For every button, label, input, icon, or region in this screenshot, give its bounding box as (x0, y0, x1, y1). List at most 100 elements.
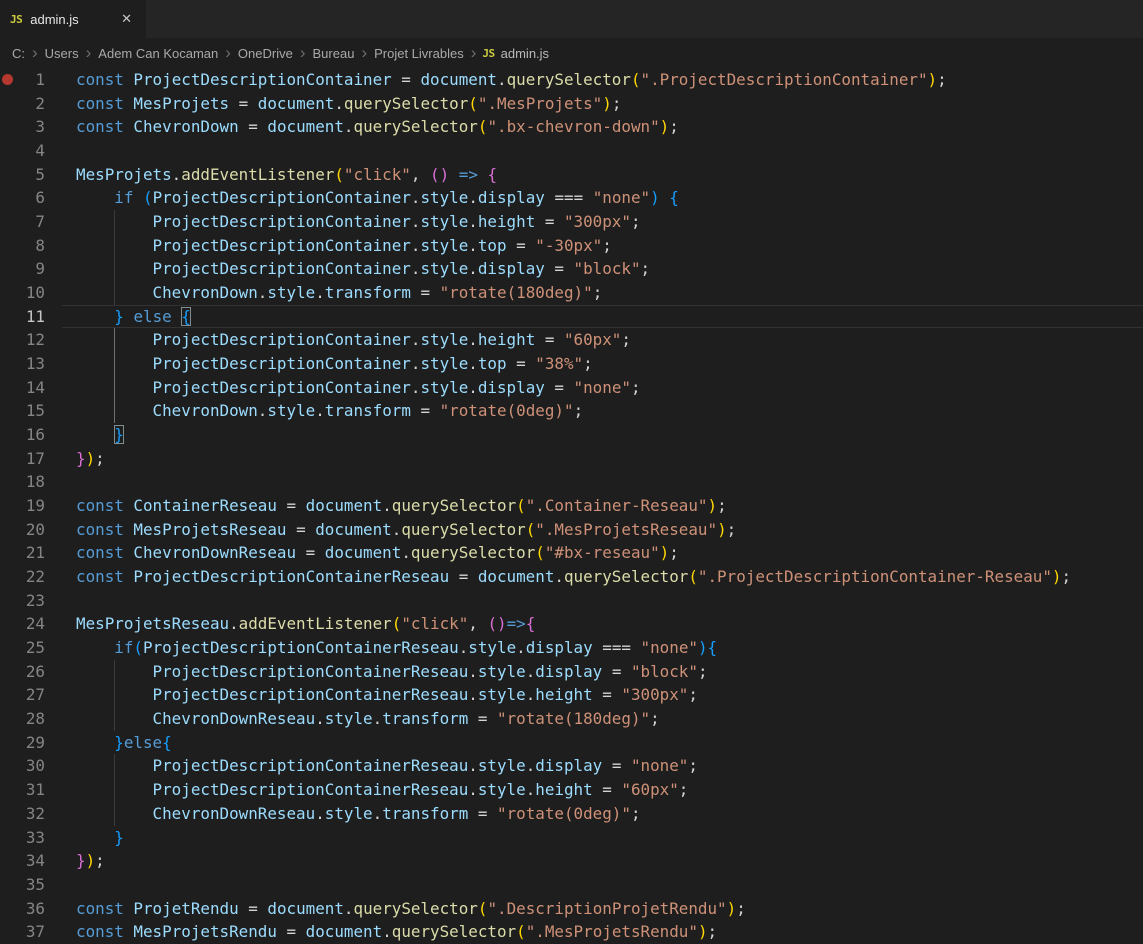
breadcrumb-item[interactable]: C: (11, 46, 26, 61)
code-line[interactable]: 24MesProjetsReseau.addEventListener("cli… (0, 612, 1143, 636)
code-text[interactable]: ChevronDownReseau.style.transform = "rot… (62, 707, 660, 731)
code-text[interactable]: } (62, 423, 124, 447)
code-line[interactable]: 14 ProjectDescriptionContainer.style.dis… (0, 376, 1143, 400)
code-text[interactable]: const ProjectDescriptionContainer = docu… (62, 68, 947, 92)
code-line[interactable]: 18 (0, 470, 1143, 494)
line-number[interactable]: 8 (0, 234, 62, 258)
line-number[interactable]: 24 (0, 612, 62, 636)
tab-admin-js[interactable]: JS admin.js ✕ (0, 0, 146, 38)
code-text[interactable]: ProjectDescriptionContainerReseau.style.… (62, 754, 698, 778)
code-line[interactable]: 8 ProjectDescriptionContainer.style.top … (0, 234, 1143, 258)
code-text[interactable]: const MesProjetsReseau = document.queryS… (62, 518, 736, 542)
code-line[interactable]: 13 ProjectDescriptionContainer.style.top… (0, 352, 1143, 376)
code-line[interactable]: 15 ChevronDown.style.transform = "rotate… (0, 399, 1143, 423)
code-line[interactable]: 17}); (0, 447, 1143, 471)
breadcrumb-file[interactable]: JSadmin.js (482, 46, 549, 61)
code-line[interactable]: 19const ContainerReseau = document.query… (0, 494, 1143, 518)
line-number[interactable]: 36 (0, 897, 62, 921)
line-number[interactable]: 1 (0, 68, 62, 92)
breadcrumb-item[interactable]: Projet Livrables (373, 46, 465, 61)
code-line[interactable]: 32 ChevronDownReseau.style.transform = "… (0, 802, 1143, 826)
line-number[interactable]: 10 (0, 281, 62, 305)
line-number[interactable]: 37 (0, 920, 62, 944)
line-number[interactable]: 33 (0, 826, 62, 850)
code-line[interactable]: 5MesProjets.addEventListener("click", ()… (0, 163, 1143, 187)
line-number[interactable]: 5 (0, 163, 62, 187)
code-text[interactable]: ProjectDescriptionContainerReseau.style.… (62, 683, 698, 707)
code-text[interactable] (62, 873, 76, 897)
code-line[interactable]: 29 }else{ (0, 731, 1143, 755)
code-text[interactable]: ProjectDescriptionContainer.style.height… (62, 328, 631, 352)
code-line[interactable]: 4 (0, 139, 1143, 163)
code-line[interactable]: 21const ChevronDownReseau = document.que… (0, 541, 1143, 565)
line-number[interactable]: 32 (0, 802, 62, 826)
code-line[interactable]: 6 if (ProjectDescriptionContainer.style.… (0, 186, 1143, 210)
code-text[interactable]: const MesProjetsRendu = document.querySe… (62, 920, 717, 944)
line-number[interactable]: 2 (0, 92, 62, 116)
code-text[interactable] (62, 139, 76, 163)
code-text[interactable]: ProjectDescriptionContainer.style.top = … (62, 352, 593, 376)
line-number[interactable]: 7 (0, 210, 62, 234)
line-number[interactable]: 13 (0, 352, 62, 376)
line-number[interactable]: 3 (0, 115, 62, 139)
line-number[interactable]: 14 (0, 376, 62, 400)
line-number[interactable]: 31 (0, 778, 62, 802)
line-number[interactable]: 11 (0, 305, 62, 329)
code-line[interactable]: 33 } (0, 826, 1143, 850)
code-text[interactable]: if(ProjectDescriptionContainerReseau.sty… (62, 636, 717, 660)
code-text[interactable]: const ContainerReseau = document.querySe… (62, 494, 727, 518)
line-number[interactable]: 29 (0, 731, 62, 755)
code-text[interactable]: ProjectDescriptionContainerReseau.style.… (62, 778, 688, 802)
breadcrumb-item[interactable]: Adem Can Kocaman (97, 46, 219, 61)
code-line[interactable]: 35 (0, 873, 1143, 897)
line-number[interactable]: 4 (0, 139, 62, 163)
code-text[interactable]: ProjectDescriptionContainer.style.height… (62, 210, 641, 234)
code-line[interactable]: 11 } else { (0, 305, 1143, 329)
code-text[interactable]: }); (62, 447, 105, 471)
code-text[interactable]: }); (62, 849, 105, 873)
line-number[interactable]: 15 (0, 399, 62, 423)
code-text[interactable]: ProjectDescriptionContainer.style.displa… (62, 257, 650, 281)
code-line[interactable]: 27 ProjectDescriptionContainerReseau.sty… (0, 683, 1143, 707)
line-number[interactable]: 25 (0, 636, 62, 660)
line-number[interactable]: 23 (0, 589, 62, 613)
breakpoint-dot[interactable] (2, 74, 13, 85)
code-text[interactable]: const ChevronDown = document.querySelect… (62, 115, 679, 139)
code-text[interactable]: const ProjetRendu = document.querySelect… (62, 897, 746, 921)
code-line[interactable]: 36const ProjetRendu = document.querySele… (0, 897, 1143, 921)
code-text[interactable]: }else{ (62, 731, 172, 755)
line-number[interactable]: 16 (0, 423, 62, 447)
code-line[interactable]: 12 ProjectDescriptionContainer.style.hei… (0, 328, 1143, 352)
code-line[interactable]: 25 if(ProjectDescriptionContainerReseau.… (0, 636, 1143, 660)
breadcrumb-item[interactable]: Bureau (312, 46, 356, 61)
code-text[interactable] (62, 470, 76, 494)
line-number[interactable]: 34 (0, 849, 62, 873)
code-line[interactable]: 9 ProjectDescriptionContainer.style.disp… (0, 257, 1143, 281)
code-line[interactable]: 20const MesProjetsReseau = document.quer… (0, 518, 1143, 542)
code-text[interactable]: if (ProjectDescriptionContainer.style.di… (62, 186, 679, 210)
line-number[interactable]: 30 (0, 754, 62, 778)
code-text[interactable]: } else { (62, 305, 191, 329)
line-number[interactable]: 9 (0, 257, 62, 281)
code-text[interactable]: ChevronDown.style.transform = "rotate(0d… (62, 399, 583, 423)
code-line[interactable]: 2const MesProjets = document.querySelect… (0, 92, 1143, 116)
line-number[interactable]: 6 (0, 186, 62, 210)
line-number[interactable]: 20 (0, 518, 62, 542)
code-text[interactable]: const MesProjets = document.querySelecto… (62, 92, 621, 116)
code-line[interactable]: 26 ProjectDescriptionContainerReseau.sty… (0, 660, 1143, 684)
code-text[interactable]: MesProjets.addEventListener("click", () … (62, 163, 497, 187)
code-text[interactable]: ProjectDescriptionContainerReseau.style.… (62, 660, 708, 684)
line-number[interactable]: 35 (0, 873, 62, 897)
code-line[interactable]: 23 (0, 589, 1143, 613)
line-number[interactable]: 28 (0, 707, 62, 731)
code-text[interactable]: } (62, 826, 124, 850)
line-number[interactable]: 17 (0, 447, 62, 471)
line-number[interactable]: 26 (0, 660, 62, 684)
code-line[interactable]: 10 ChevronDown.style.transform = "rotate… (0, 281, 1143, 305)
code-line[interactable]: 31 ProjectDescriptionContainerReseau.sty… (0, 778, 1143, 802)
breadcrumb-item[interactable]: Users (44, 46, 80, 61)
code-text[interactable]: MesProjetsReseau.addEventListener("click… (62, 612, 535, 636)
code-text[interactable]: const ProjectDescriptionContainerReseau … (62, 565, 1071, 589)
line-number[interactable]: 27 (0, 683, 62, 707)
code-line[interactable]: 28 ChevronDownReseau.style.transform = "… (0, 707, 1143, 731)
